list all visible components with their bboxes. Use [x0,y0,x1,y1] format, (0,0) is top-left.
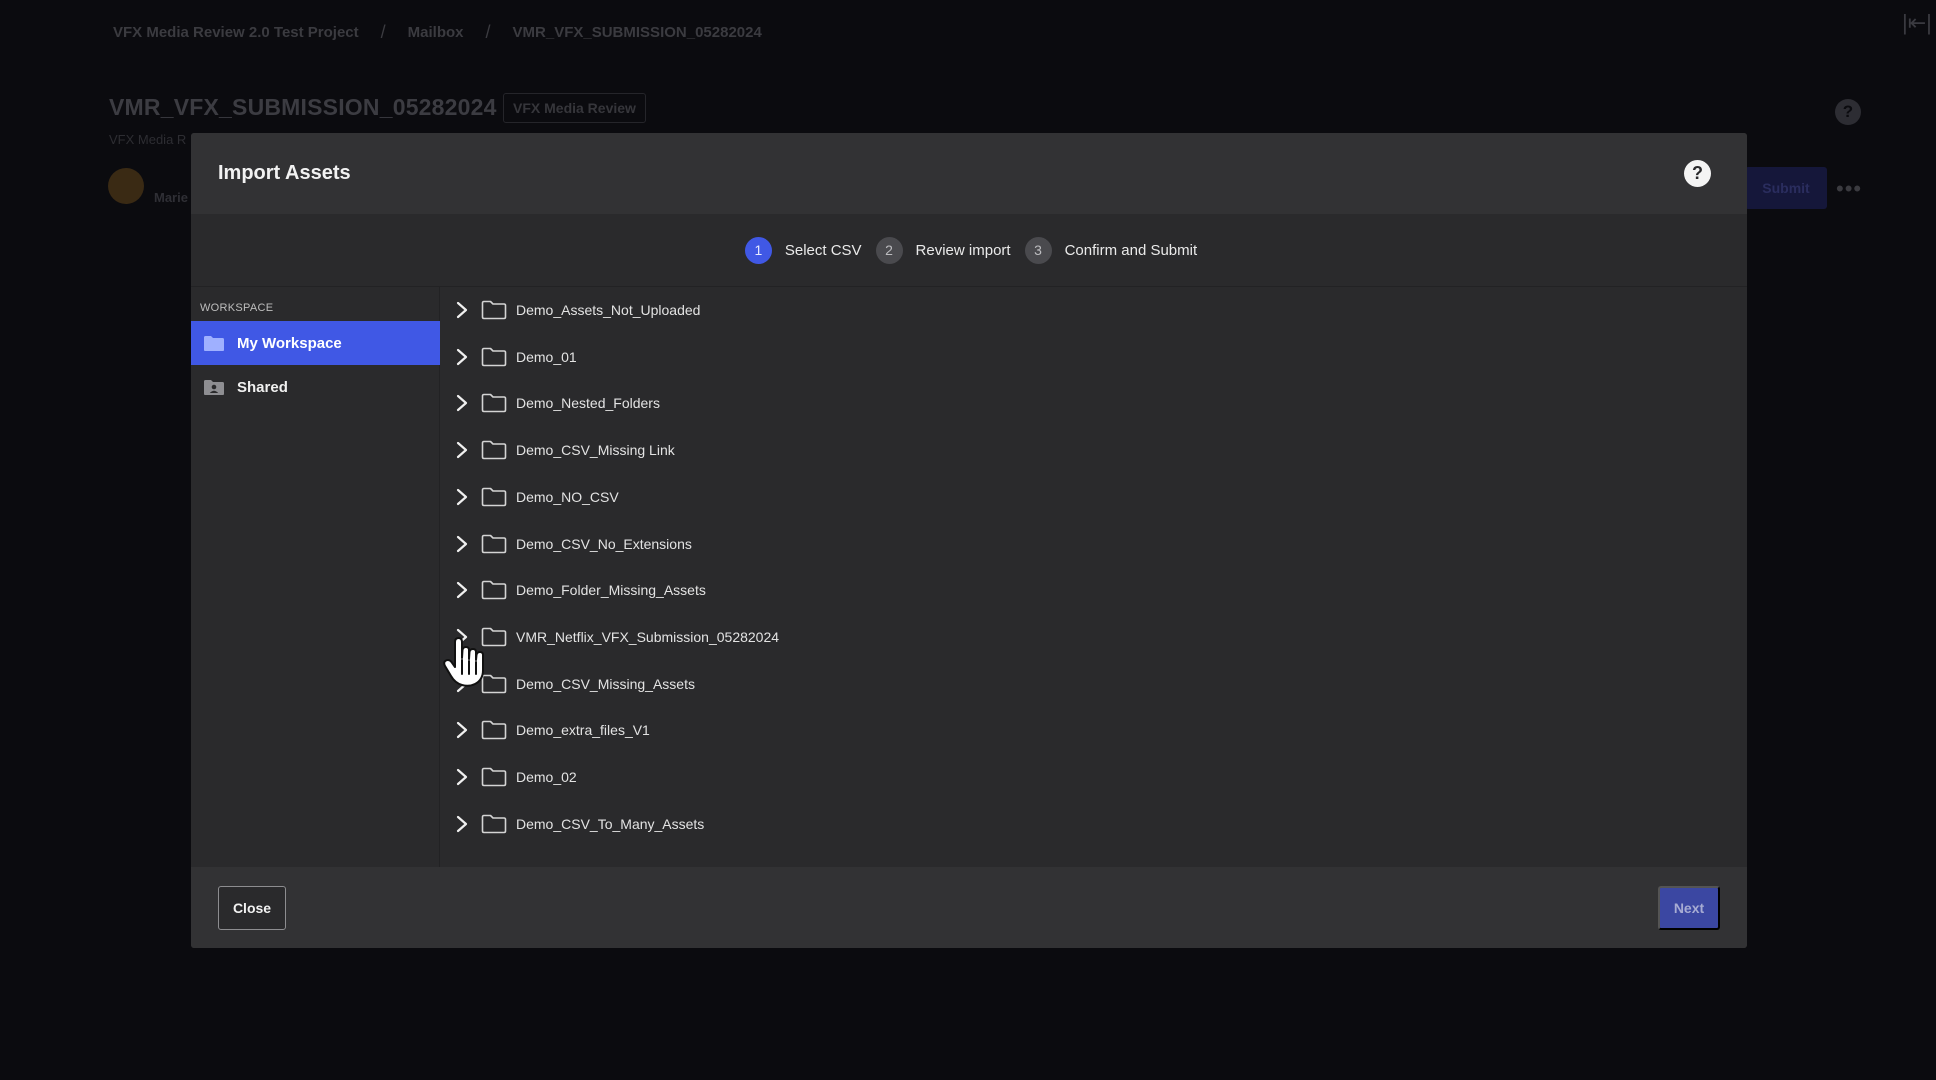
sidebar-item-my-workspace[interactable]: My Workspace [191,321,440,365]
folder-name: Demo_Assets_Not_Uploaded [516,302,701,318]
folder-row[interactable]: Demo_01 [441,338,1747,376]
step-number: 1 [744,236,772,264]
folder-name: Demo_Folder_Missing_Assets [516,582,706,599]
page-subtitle: VFX Media R [109,132,187,147]
chevron-right-icon[interactable] [447,478,477,516]
sidebar-item-label: My Workspace [237,334,342,352]
folder-icon [481,580,507,600]
help-icon[interactable]: ? [1684,160,1711,187]
help-icon[interactable]: ? [1835,99,1861,125]
step-label: Confirm and Submit [1064,241,1198,259]
project-badge: VFX Media Review [503,93,646,123]
folder-icon [481,487,507,507]
chevron-right-icon[interactable] [447,805,477,843]
step-confirm-submit: 3 Confirm and Submit [1024,236,1198,264]
folder-row[interactable]: Demo_CSV_To_Many_Assets [441,805,1747,843]
sidebar-heading: WORKSPACE [200,302,274,314]
chevron-right-icon[interactable] [447,525,477,563]
folder-row[interactable]: Demo_CSV_Missing_Assets [441,665,1747,703]
step-label: Select CSV [784,241,862,259]
chevron-right-icon[interactable] [447,711,477,749]
folder-name: Demo_extra_files_V1 [516,722,650,739]
folder-row[interactable]: VMR_Netflix_VFX_Submission_05282024 [441,618,1747,656]
dialog-header: Import Assets ? [191,133,1747,214]
breadcrumb: VFX Media Review 2.0 Test Project / Mail… [113,22,762,43]
breadcrumb-project[interactable]: VFX Media Review 2.0 Test Project [113,24,359,41]
folder-name: Demo_CSV_To_Many_Assets [516,815,705,832]
sidebar-item-shared[interactable]: Shared [191,365,440,409]
breadcrumb-current: VMR_VFX_SUBMISSION_05282024 [512,24,762,41]
workspace-sidebar: WORKSPACE My Workspace Shared [191,287,440,867]
folder-row[interactable]: Demo_Folder_Missing_Assets [441,571,1747,609]
folder-icon [481,534,507,554]
folder-icon [481,347,507,367]
sidebar-item-label: Shared [237,378,288,396]
chevron-right-icon[interactable] [447,291,477,329]
folder-name: Demo_Nested_Folders [516,395,660,412]
step-label: Review import [915,241,1011,259]
folder-name: Demo_02 [516,769,577,785]
shared-folder-icon [203,379,225,396]
import-stepper: 1 Select CSV 2 Review import 3 Confirm a… [191,214,1747,287]
breadcrumb-separator: / [380,22,386,42]
breadcrumb-separator: / [485,22,491,42]
more-options-icon[interactable]: ••• [1836,176,1862,202]
dialog-title: Import Assets [218,162,351,184]
folder-icon [481,393,507,413]
next-button[interactable]: Next [1658,886,1720,930]
folder-name: Demo_NO_CSV [516,488,619,505]
step-select-csv: 1 Select CSV [744,236,862,264]
folder-row[interactable]: Demo_CSV_Missing Link [441,431,1747,469]
step-number: 2 [875,236,903,264]
folder-row[interactable]: Demo_Nested_Folders [441,384,1747,422]
submit-button[interactable]: Submit [1745,167,1827,209]
folder-row[interactable]: Demo_02 [441,758,1747,796]
folder-row[interactable]: Demo_extra_files_V1 [441,711,1747,749]
folder-icon [481,440,507,460]
import-assets-dialog: Import Assets ? 1 Select CSV 2 Review im… [191,133,1747,948]
folder-icon [481,767,507,787]
dialog-footer: Close Next [191,867,1747,948]
folder-row[interactable]: Demo_CSV_No_Extensions [441,525,1747,563]
folder-name: Demo_CSV_Missing Link [516,442,675,459]
folder-name: Demo_CSV_No_Extensions [516,535,692,552]
chevron-right-icon[interactable] [447,758,477,796]
folder-icon [481,720,507,740]
folder-row[interactable]: Demo_Assets_Not_Uploaded [441,291,1747,329]
folder-name: Demo_CSV_Missing_Assets [516,675,695,692]
folder-name: Demo_01 [516,348,577,365]
folder-icon [481,814,507,834]
breadcrumb-mailbox[interactable]: Mailbox [408,24,464,41]
user-name: Marie [154,190,188,205]
avatar [108,168,144,204]
step-review-import: 2 Review import [875,236,1011,264]
page-title: VMR_VFX_SUBMISSION_05282024 [109,94,497,120]
collapse-panel-icon[interactable]: |⇤| [1902,10,1932,36]
step-number: 3 [1024,236,1052,264]
chevron-right-icon[interactable] [447,384,477,422]
chevron-right-icon[interactable] [447,431,477,469]
chevron-right-icon[interactable] [447,571,477,609]
folder-name: VMR_Netflix_VFX_Submission_05282024 [516,628,780,645]
chevron-right-icon[interactable] [447,338,477,376]
close-button[interactable]: Close [218,886,286,930]
folder-row[interactable]: Demo_NO_CSV [441,478,1747,516]
folder-icon [203,335,225,352]
hand-cursor-icon [443,636,489,693]
folder-list: Demo_Assets_Not_Uploaded Demo_01 Demo_Nest… [441,287,1747,867]
folder-icon [481,300,507,320]
